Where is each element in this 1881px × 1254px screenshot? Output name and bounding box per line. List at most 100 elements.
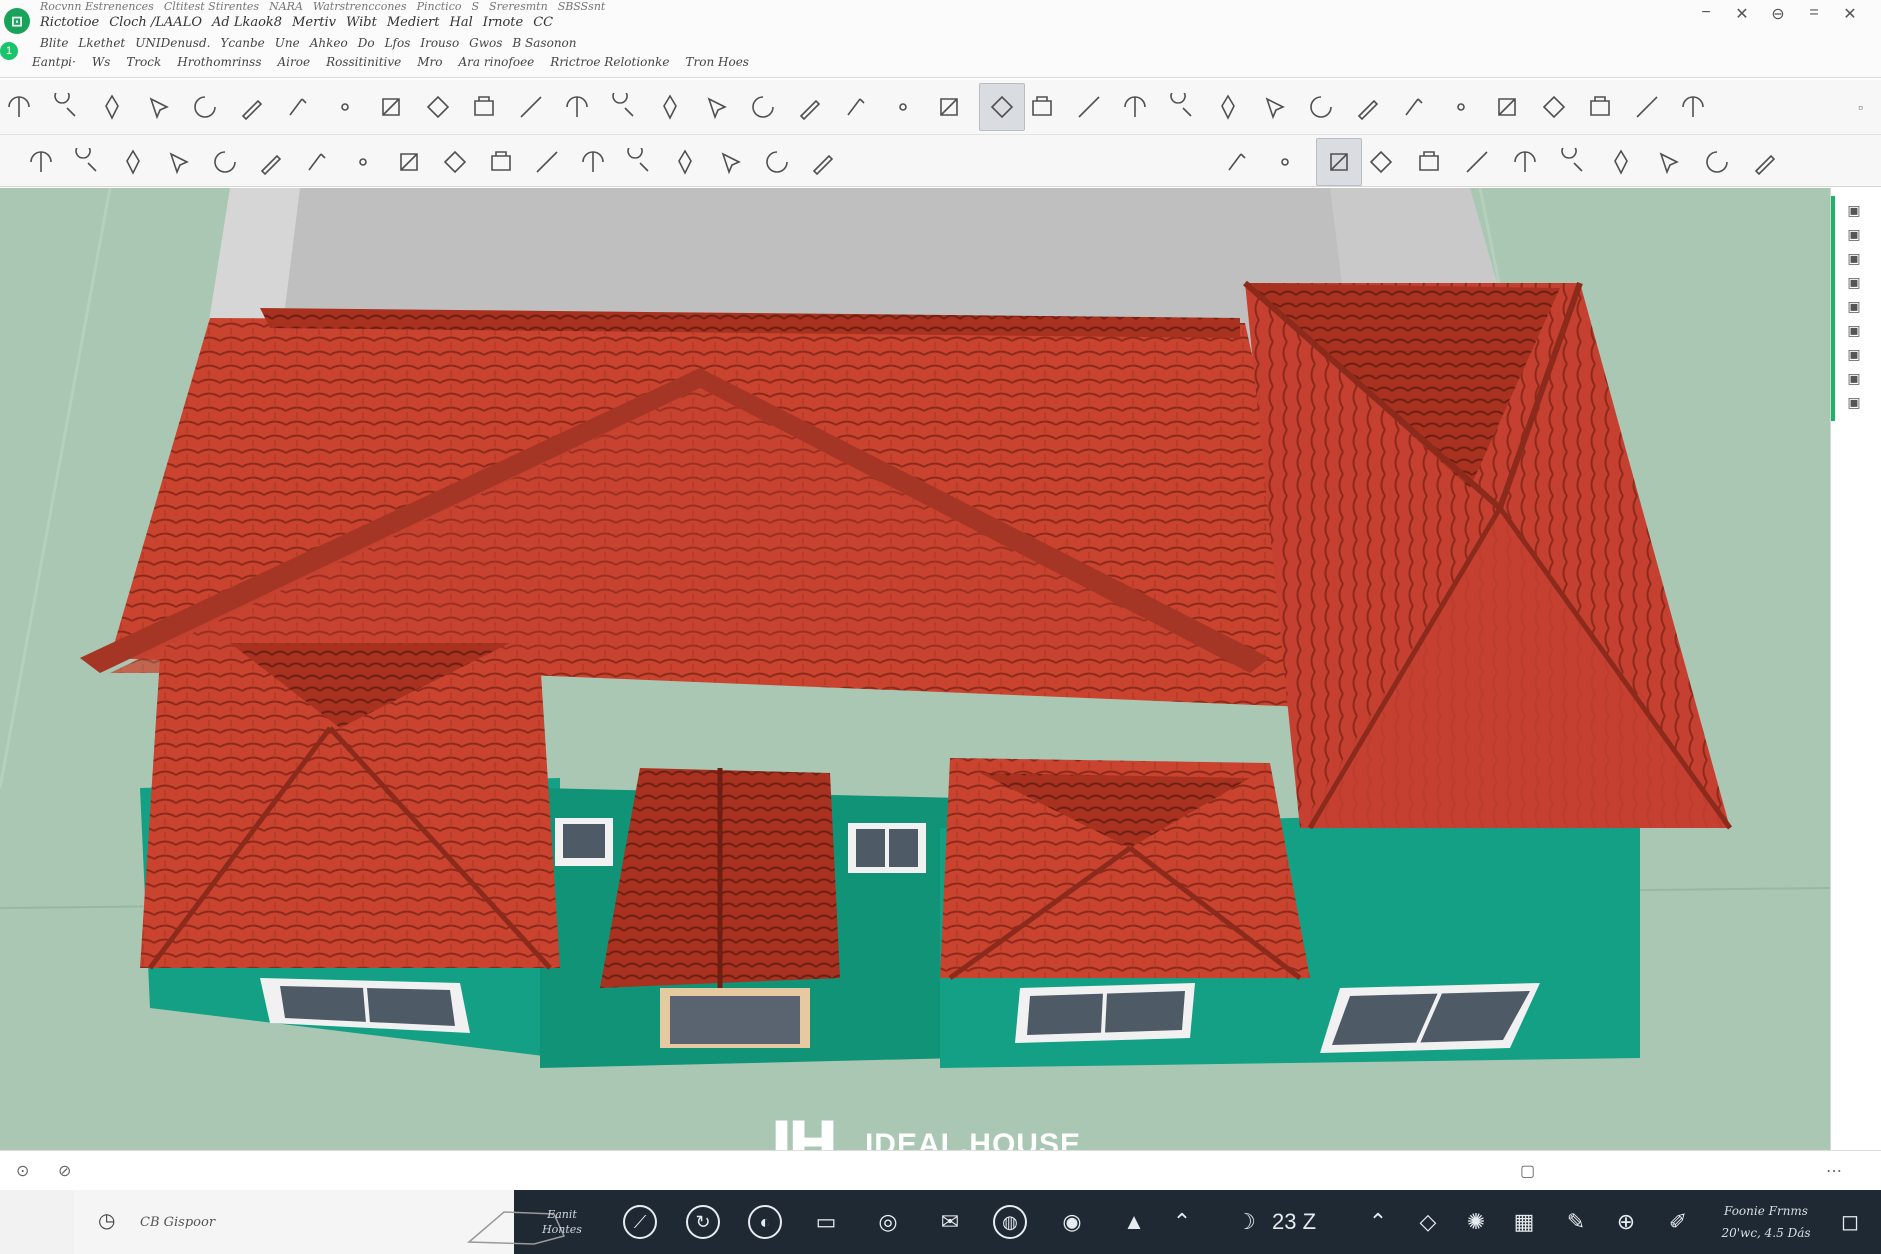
figure-icon[interactable] xyxy=(806,145,840,179)
pointer-icon[interactable] xyxy=(142,90,176,124)
close-window-button[interactable]: ✕ xyxy=(1841,4,1859,24)
taskbar-search[interactable]: ◷ CB Gispoor xyxy=(74,1190,566,1254)
cross-icon[interactable] xyxy=(760,145,794,179)
camera-icon[interactable]: ◎ xyxy=(868,1202,908,1242)
measure-icon[interactable] xyxy=(1258,90,1292,124)
frame-icon[interactable] xyxy=(116,145,150,179)
status-info-icon[interactable]: ⊘ xyxy=(58,1161,71,1181)
disc-icon[interactable]: ◉ xyxy=(1052,1202,1092,1242)
diamond-icon[interactable] xyxy=(560,90,594,124)
shield-icon[interactable]: ◇ xyxy=(1408,1202,1448,1242)
half-circle-icon[interactable]: ◐ xyxy=(745,1202,785,1242)
menu-item[interactable]: CC xyxy=(533,15,553,30)
menu-item[interactable]: UNIDenusd. xyxy=(135,36,210,50)
pen-icon[interactable] xyxy=(95,90,129,124)
app-logo-icon[interactable]: ⊡ xyxy=(4,8,30,34)
cut-icon[interactable] xyxy=(1460,145,1494,179)
tab[interactable]: Ws xyxy=(92,55,111,69)
close-doc-button[interactable]: ✕ xyxy=(1733,4,1751,24)
wrench-icon[interactable] xyxy=(392,145,426,179)
stack-icon[interactable] xyxy=(746,90,780,124)
menu-item[interactable]: Lkethet xyxy=(78,36,125,50)
circle-tool-icon[interactable] xyxy=(254,145,288,179)
app-tile[interactable]: Eanit Hontes xyxy=(532,1202,592,1242)
move-icon[interactable] xyxy=(421,90,455,124)
gallery-icon[interactable] xyxy=(1412,145,1446,179)
menu-item[interactable]: B Sasonon xyxy=(512,36,576,50)
pan-icon[interactable] xyxy=(2,90,36,124)
folder-icon[interactable]: ▭ xyxy=(806,1202,846,1242)
menu-item[interactable]: Une xyxy=(275,36,300,50)
calendar-icon[interactable]: ▦ xyxy=(1504,1202,1544,1242)
component-alt-icon[interactable] xyxy=(1508,145,1542,179)
gear-icon[interactable] xyxy=(1118,90,1152,124)
menu-item[interactable]: Hal xyxy=(449,15,472,30)
settings-icon[interactable]: ✺ xyxy=(1456,1202,1496,1242)
photo-icon[interactable]: ▲ xyxy=(1114,1202,1154,1242)
printer-icon[interactable] xyxy=(1583,90,1617,124)
rect-select-icon[interactable] xyxy=(162,145,196,179)
zoom-icon[interactable] xyxy=(49,90,83,124)
small-dot-icon[interactable] xyxy=(1351,90,1385,124)
book-icon[interactable] xyxy=(714,145,748,179)
menu-item[interactable]: Irnote xyxy=(483,15,523,30)
saw-icon[interactable] xyxy=(438,145,472,179)
model-viewport[interactable]: IH IDEAL.HOUSE xyxy=(0,188,1830,1150)
menu-item[interactable]: Ad Lkaok8 xyxy=(212,15,282,30)
tab[interactable]: Eantpi· xyxy=(32,55,76,69)
menu-item[interactable]: Blite xyxy=(40,36,68,50)
bottle-icon[interactable] xyxy=(1556,145,1590,179)
pencil-alt-icon[interactable]: ✐ xyxy=(1658,1202,1698,1242)
box-icon[interactable] xyxy=(607,90,641,124)
dot-icon[interactable] xyxy=(328,90,362,124)
pen-tool-icon[interactable] xyxy=(668,145,702,179)
tab[interactable]: Trock xyxy=(126,55,161,69)
tab[interactable]: Rrictroe Relotionke xyxy=(550,55,669,69)
hatch-icon[interactable] xyxy=(208,145,242,179)
push-pull-icon[interactable] xyxy=(374,90,408,124)
tree-icon[interactable] xyxy=(1700,145,1734,179)
menu-item[interactable]: Mertiv xyxy=(292,15,336,30)
hammer-icon[interactable] xyxy=(346,145,380,179)
notification-icon[interactable]: ◻ xyxy=(1830,1202,1870,1242)
search-lens-icon[interactable] xyxy=(1025,90,1059,124)
circle-link-icon[interactable] xyxy=(1304,90,1338,124)
menu-button[interactable]: = xyxy=(1805,4,1823,24)
tab[interactable]: Tron Hoes xyxy=(686,55,749,69)
minimize-button[interactable]: − xyxy=(1697,4,1715,24)
menu-item[interactable]: Irouso xyxy=(420,36,459,50)
spline-icon[interactable] xyxy=(70,145,104,179)
stack-alt-icon[interactable]: ▣ xyxy=(1843,322,1865,340)
status-orbit-icon[interactable]: ⊙ xyxy=(16,1161,29,1181)
ink-pen-icon[interactable]: ⟋ xyxy=(620,1202,660,1242)
component-icon[interactable] xyxy=(300,145,334,179)
knife-icon[interactable] xyxy=(576,145,610,179)
status-more-icon[interactable]: ⋯ xyxy=(1826,1161,1842,1181)
globe-icon[interactable]: ⊕ xyxy=(1606,1202,1646,1242)
caret-icon[interactable]: ⌃ xyxy=(1162,1202,1202,1242)
person-icon[interactable] xyxy=(1652,145,1686,179)
house-group-icon[interactable] xyxy=(1537,90,1571,124)
toolbar-overflow-icon[interactable]: ▫ xyxy=(1858,99,1863,115)
tab[interactable]: Rossitinitive xyxy=(326,55,401,69)
paint-bucket-icon[interactable] xyxy=(1268,145,1302,179)
mail-icon[interactable]: ✉ xyxy=(930,1202,970,1242)
menu-item[interactable]: Rictotioe xyxy=(40,15,99,30)
style-icon[interactable]: ▣ xyxy=(1843,346,1865,364)
link-icon[interactable] xyxy=(1604,145,1638,179)
grid-icon[interactable] xyxy=(530,145,564,179)
layers-alt-icon[interactable]: ▣ xyxy=(1843,250,1865,268)
search-zoom-icon[interactable] xyxy=(1364,145,1398,179)
line-icon[interactable] xyxy=(24,145,58,179)
lasso-icon[interactable] xyxy=(700,90,734,124)
chevron-up-icon[interactable]: ⌃ xyxy=(1358,1202,1398,1242)
menu-item[interactable]: Wibt xyxy=(346,15,377,30)
figure-alt-icon[interactable] xyxy=(1748,145,1782,179)
shape-icon[interactable]: ▣ xyxy=(1843,298,1865,316)
tab[interactable]: Airoe xyxy=(277,55,310,69)
account-button[interactable]: ⊖ xyxy=(1769,4,1787,24)
panel-icon[interactable] xyxy=(1444,90,1478,124)
ruler-icon[interactable] xyxy=(484,145,518,179)
write-icon[interactable]: ✎ xyxy=(1556,1202,1596,1242)
select-node-icon[interactable] xyxy=(886,90,920,124)
